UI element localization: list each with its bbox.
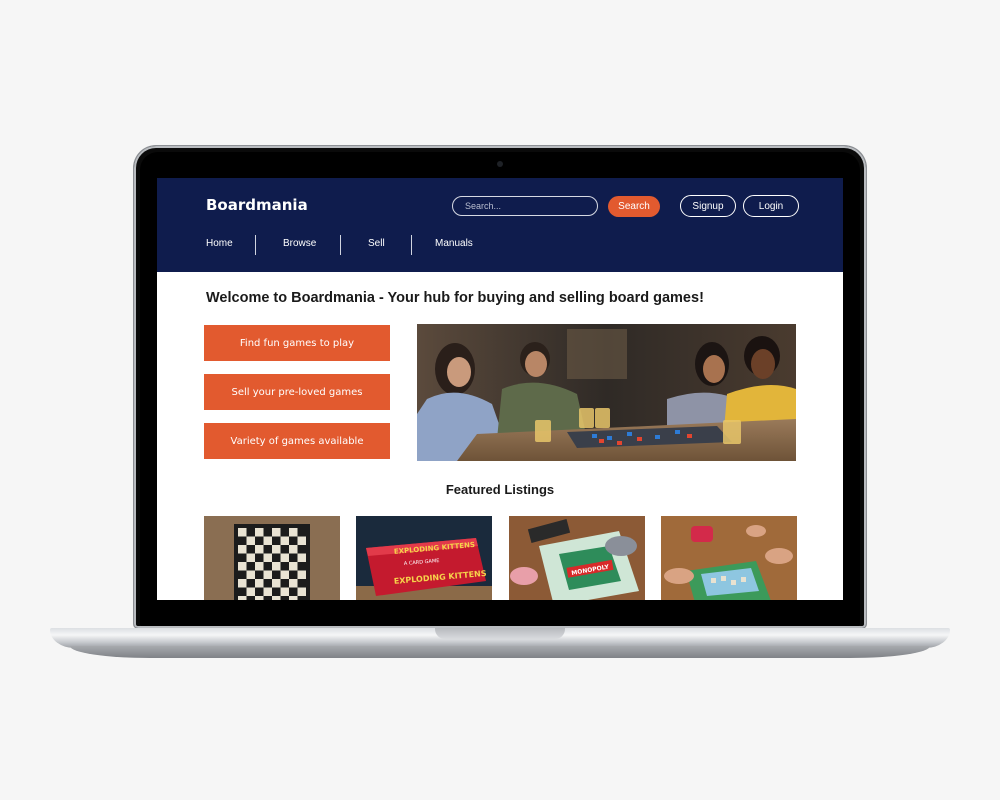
- listing-monopoly[interactable]: MONOPOLY: [509, 516, 645, 600]
- listing-exploding-kittens[interactable]: EXPLODING KITTENS A CARD GAME EXPLODING …: [356, 516, 492, 600]
- nav-item-sell[interactable]: Sell: [368, 238, 385, 249]
- featured-listings-title: Featured Listings: [445, 482, 555, 497]
- listing-chess[interactable]: [204, 516, 340, 600]
- exploding-kittens-photo: EXPLODING KITTENS A CARD GAME EXPLODING …: [356, 516, 492, 600]
- hero-photo: [417, 324, 796, 461]
- search-button[interactable]: Search: [608, 196, 660, 217]
- camera-icon: [497, 161, 503, 167]
- login-button[interactable]: Login: [743, 195, 799, 217]
- nav-divider: [340, 235, 341, 255]
- laptop-notch: [435, 628, 565, 639]
- green-game-photo: [661, 516, 797, 600]
- chess-board-photo: [204, 516, 340, 600]
- screen: Boardmania Search Signup Login Home Brow…: [157, 178, 843, 600]
- signup-button[interactable]: Signup: [680, 195, 736, 217]
- site-logo[interactable]: Boardmania: [206, 196, 308, 214]
- page-title: Welcome to Boardmania - Your hub for buy…: [206, 290, 704, 306]
- main-nav: Home Browse Sell Manuals: [157, 235, 843, 255]
- find-games-button[interactable]: Find fun games to play: [204, 325, 390, 361]
- site-header: Boardmania Search Signup Login Home Brow…: [157, 178, 843, 272]
- nav-divider: [411, 235, 412, 255]
- nav-item-browse[interactable]: Browse: [283, 238, 316, 249]
- nav-item-manuals[interactable]: Manuals: [435, 238, 473, 249]
- listing-green-game[interactable]: [661, 516, 797, 600]
- sell-games-button[interactable]: Sell your pre-loved games: [204, 374, 390, 410]
- nav-divider: [255, 235, 256, 255]
- variety-games-button[interactable]: Variety of games available: [204, 423, 390, 459]
- nav-item-home[interactable]: Home: [206, 238, 233, 249]
- monopoly-photo: MONOPOLY: [509, 516, 645, 600]
- laptop-base-edge: [70, 646, 930, 658]
- search-input[interactable]: [452, 196, 598, 216]
- hero-image: [417, 324, 796, 461]
